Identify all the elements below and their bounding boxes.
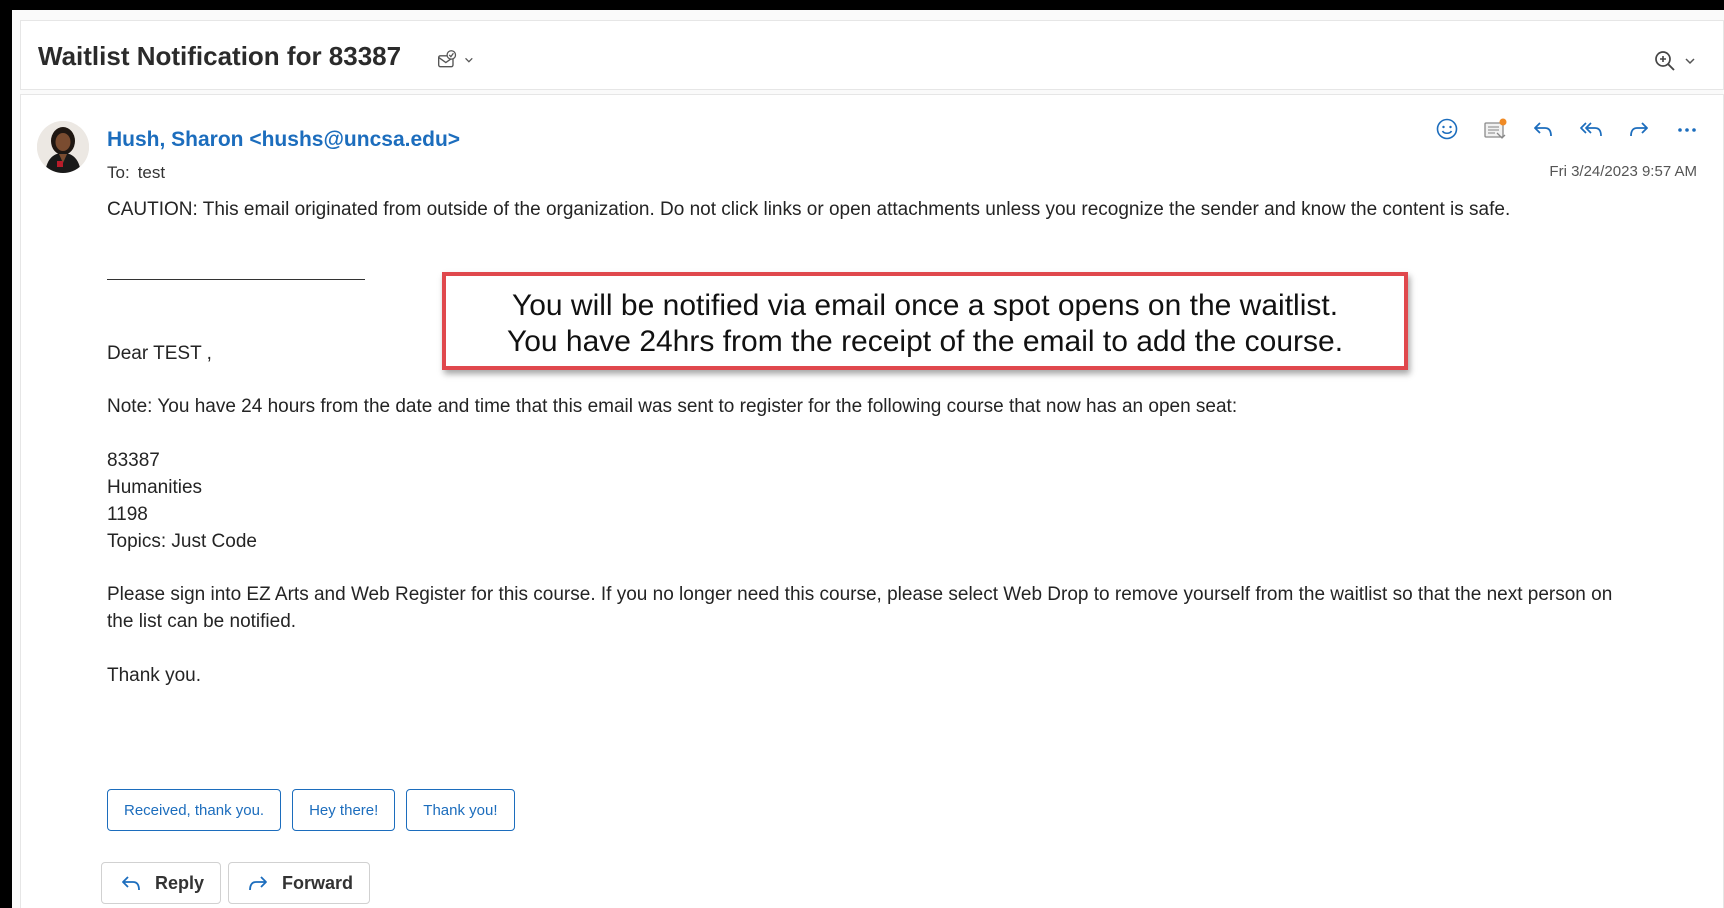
email-window: Waitlist Notification for 83387 Hush, Sh…	[12, 10, 1724, 908]
to-label: To:	[107, 163, 130, 182]
course-number: 83387	[107, 450, 160, 471]
suggested-reply-hey-there[interactable]: Hey there!	[292, 789, 396, 831]
chevron-down-icon	[1685, 58, 1695, 65]
reply-icon	[122, 876, 140, 891]
message-actions	[1423, 113, 1711, 145]
more-actions-button[interactable]	[1663, 113, 1711, 145]
course-code: 1198	[107, 504, 148, 525]
suggested-replies: Received, thank you. Hey there! Thank yo…	[107, 789, 515, 831]
chevron-down-icon	[465, 57, 473, 63]
more-icon	[1678, 128, 1696, 132]
closing-text: Thank you.	[107, 665, 201, 686]
note-text: Note: You have 24 hours from the date an…	[107, 396, 1238, 417]
person-photo-icon	[37, 121, 89, 173]
envelope-check-icon	[438, 50, 457, 68]
reply-footer-button[interactable]: Reply	[101, 862, 222, 904]
message-card: Hush, Sharon <hushs@uncsa.edu> To: test	[20, 94, 1724, 908]
instructions-line-1: Please sign into EZ Arts and Web Registe…	[107, 584, 1613, 605]
forward-label: Forward	[282, 872, 354, 893]
recipient-line: To: test	[107, 163, 165, 183]
email-subject: Waitlist Notification for 83387	[38, 41, 402, 71]
caution-banner-text: CAUTION: This email originated from outs…	[107, 199, 1511, 220]
emoji-react-button[interactable]	[1423, 113, 1471, 145]
reply-label: Reply	[155, 872, 205, 893]
reading-pane-icon	[1484, 118, 1507, 139]
bottom-actions: Reply Forward	[101, 862, 371, 904]
forward-icon	[1630, 122, 1648, 137]
emoji-react-icon	[1436, 118, 1458, 140]
forward-icon	[249, 876, 267, 891]
instructions-line-2: the list can be notified.	[107, 611, 297, 632]
reply-all-button[interactable]	[1567, 113, 1615, 145]
forward-button[interactable]	[1615, 113, 1663, 145]
forward-footer-button[interactable]: Forward	[228, 862, 371, 904]
suggested-reply-received[interactable]: Received, thank you.	[107, 789, 282, 831]
recipient-name[interactable]: test	[138, 163, 165, 182]
divider-line	[107, 279, 365, 280]
reply-button[interactable]	[1519, 113, 1567, 145]
sender-name[interactable]: Hush, Sharon <hushs@uncsa.edu>	[107, 128, 460, 152]
greeting-text: Dear TEST ,	[107, 343, 212, 364]
suggested-reply-thank-you[interactable]: Thank you!	[406, 789, 515, 831]
reply-all-icon	[1580, 122, 1602, 137]
callout-line-2: You have 24hrs from the receipt of the e…	[506, 325, 1344, 358]
zoom-in-icon	[1655, 51, 1675, 71]
callout-line-1: You will be notified via email once a sp…	[511, 289, 1339, 322]
zoom-button[interactable]	[1653, 47, 1713, 75]
annotation-callout: You will be notified via email once a sp…	[442, 272, 1408, 370]
subject-bar: Waitlist Notification for 83387	[20, 20, 1724, 90]
course-subject: Humanities	[107, 477, 203, 498]
reading-pane-button[interactable]	[1471, 113, 1519, 145]
course-topic: Topics: Just Code	[107, 531, 257, 552]
sent-date: Fri 3/24/2023 9:57 AM	[1549, 163, 1697, 180]
reply-icon	[1534, 122, 1552, 137]
message-summary-dropdown[interactable]	[437, 47, 475, 73]
sender-avatar[interactable]	[37, 121, 89, 173]
